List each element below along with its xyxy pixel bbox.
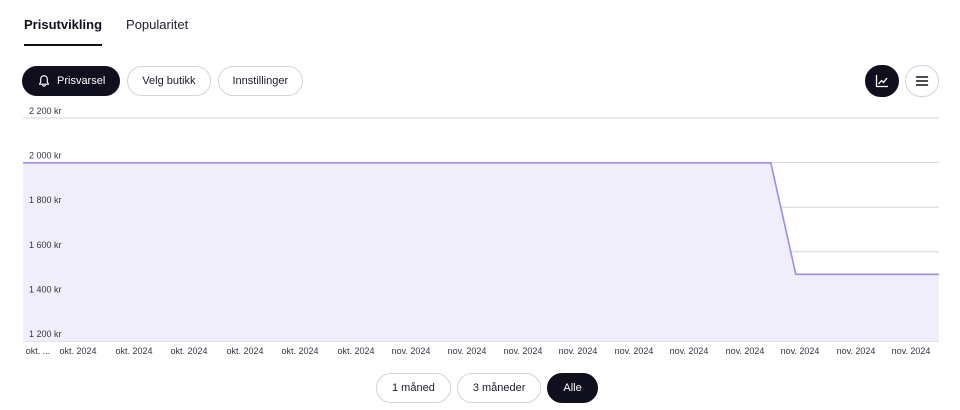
x-tick-label: okt. 2024 [170,346,207,356]
settings-button[interactable]: Innstillinger [217,66,304,96]
tab-popularity[interactable]: Popularitet [126,0,188,48]
time-range-selector: 1 måned 3 måneder Alle [376,373,598,403]
price-alert-label: Prisvarsel [57,75,106,87]
x-tick-label: okt. 2024 [337,346,374,356]
x-axis-labels: okt. ... okt. 2024 okt. 2024 okt. 2024 okt. … [26,346,931,356]
price-history-chart: 2 200 kr 2 000 kr 1 800 kr 1 600 kr 1 400 kr… [23,106,939,356]
x-tick-label: nov. 2024 [837,346,876,356]
y-tick-label: 2 000 kr [29,151,62,161]
range-3-months-button[interactable]: 3 måneder [456,373,542,403]
price-alert-button[interactable]: Prisvarsel [22,66,121,96]
x-tick-label: nov. 2024 [670,346,709,356]
x-tick-label: nov. 2024 [781,346,820,356]
x-tick-label: okt. 2024 [115,346,152,356]
chart-view-button[interactable] [865,65,899,97]
view-toggle [865,65,939,97]
tab-price-history[interactable]: Prisutvikling [24,0,103,48]
x-tick-label: okt. 2024 [226,346,263,356]
chart-toolbar: Prisvarsel Velg butikk Innstillinger [22,66,304,96]
y-tick-label: 1 200 kr [29,329,62,339]
select-store-button[interactable]: Velg butikk [127,66,211,96]
hamburger-list-icon [915,76,929,86]
x-tick-label: nov. 2024 [892,346,931,356]
tab-bar: Prisutvikling Popularitet [24,0,212,48]
bell-icon [38,75,50,87]
x-tick-label: nov. 2024 [392,346,431,356]
y-tick-label: 2 200 kr [29,106,62,116]
y-tick-label: 1 400 kr [29,284,62,294]
x-tick-label: nov. 2024 [448,346,487,356]
y-tick-label: 1 600 kr [29,240,62,250]
x-tick-label: nov. 2024 [559,346,598,356]
range-all-button[interactable]: Alle [547,373,598,403]
list-view-button[interactable] [905,65,939,97]
y-tick-label: 1 800 kr [29,195,62,205]
line-chart-icon [875,75,888,88]
x-tick-label: okt. ... [26,346,51,356]
x-tick-label: okt. 2024 [281,346,318,356]
x-tick-label: nov. 2024 [504,346,543,356]
x-tick-label: nov. 2024 [726,346,765,356]
x-tick-label: nov. 2024 [615,346,654,356]
range-1-month-button[interactable]: 1 måned [376,373,451,403]
x-tick-label: okt. 2024 [59,346,96,356]
